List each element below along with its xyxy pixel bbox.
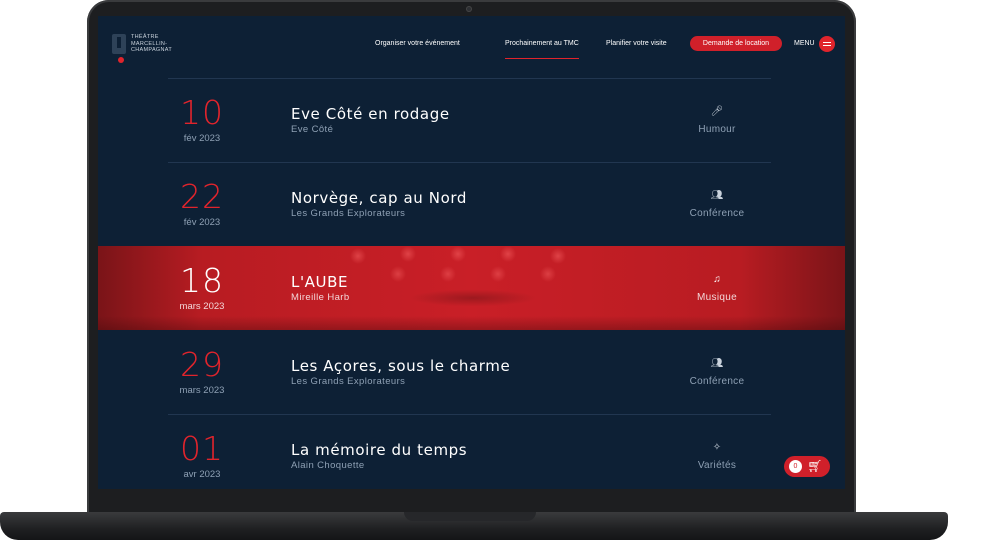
music-notes-icon: ♫	[713, 274, 721, 285]
nav-link-prochainement[interactable]: Prochainement au TMC	[505, 40, 579, 59]
nav-link-planifier[interactable]: Planifier votre visite	[606, 40, 667, 54]
event-day: 18	[180, 261, 224, 300]
theatre-logo[interactable]: THÉÂTRE MARCELLIN- CHAMPAGNAT	[112, 30, 187, 66]
logo-text: THÉÂTRE MARCELLIN- CHAMPAGNAT	[131, 34, 191, 54]
event-month: mars 2023	[179, 385, 225, 396]
menu-button[interactable]	[819, 36, 835, 52]
event-artist: Les Grands Explorateurs	[291, 208, 406, 219]
row-divider	[168, 162, 771, 163]
event-day: 29	[180, 345, 224, 384]
audience-icon: 👥︎	[710, 190, 724, 201]
audience-icon: 👥︎	[710, 358, 724, 369]
event-month: fév 2023	[183, 133, 221, 144]
laptop-notch	[404, 512, 536, 521]
event-row-featured[interactable]: 18 mars 2023 L'AUBE Mireille Harb ♫ Musi…	[98, 246, 845, 330]
cart-count-badge: 0	[789, 460, 802, 473]
event-row[interactable]: 01 avr 2023 La mémoire du temps Alain Ch…	[98, 414, 845, 489]
event-month: mars 2023	[179, 301, 225, 312]
event-genre: Humour	[698, 124, 736, 135]
event-month: avr 2023	[183, 469, 221, 480]
logo-dot-icon	[118, 57, 124, 63]
event-artist: Les Grands Explorateurs	[291, 376, 406, 387]
event-month: fév 2023	[183, 217, 221, 228]
event-genre: Variétés	[697, 460, 737, 471]
site-header: THÉÂTRE MARCELLIN- CHAMPAGNAT Organiser …	[98, 16, 845, 78]
cart-button[interactable]: 0 🛒︎	[784, 456, 830, 477]
event-row[interactable]: 10 fév 2023 Eve Côté en rodage Eve Côté …	[98, 78, 845, 162]
event-day: 22	[180, 177, 224, 216]
menu-label[interactable]: MENU	[794, 40, 815, 47]
event-day: 10	[180, 93, 224, 132]
event-artist: Alain Choquette	[291, 460, 365, 471]
event-artist: Eve Côté	[291, 124, 334, 135]
hamburger-icon	[823, 41, 831, 43]
event-title[interactable]: Norvège, cap au Nord	[291, 189, 467, 207]
event-title[interactable]: Les Açores, sous le charme	[291, 357, 510, 375]
event-row[interactable]: 22 fév 2023 Norvège, cap au Nord Les Gra…	[98, 162, 845, 246]
event-title[interactable]: L'AUBE	[291, 273, 348, 291]
event-day: 01	[180, 429, 224, 468]
microphone-icon: 🎤︎	[710, 106, 724, 117]
webcam	[466, 6, 472, 12]
event-title[interactable]: Eve Côté en rodage	[291, 105, 450, 123]
shopping-cart-icon: 🛒︎	[807, 459, 823, 473]
stars-icon: ✧	[712, 442, 722, 453]
hamburger-icon	[823, 45, 831, 47]
rental-request-button[interactable]: Demande de location	[690, 36, 782, 51]
event-artist: Mireille Harb	[291, 292, 350, 303]
logo-line: CHAMPAGNAT	[131, 47, 172, 53]
event-genre: Conférence	[689, 376, 745, 387]
logo-mark-icon	[112, 34, 126, 54]
row-divider	[168, 414, 771, 415]
event-row[interactable]: 29 mars 2023 Les Açores, sous le charme …	[98, 330, 845, 414]
row-divider	[168, 78, 771, 79]
nav-link-organiser[interactable]: Organiser votre événement	[375, 40, 460, 54]
event-genre: Musique	[697, 292, 737, 303]
event-genre: Conférence	[689, 208, 745, 219]
laptop-screen: THÉÂTRE MARCELLIN- CHAMPAGNAT Organiser …	[98, 16, 845, 489]
event-title[interactable]: La mémoire du temps	[291, 441, 467, 459]
